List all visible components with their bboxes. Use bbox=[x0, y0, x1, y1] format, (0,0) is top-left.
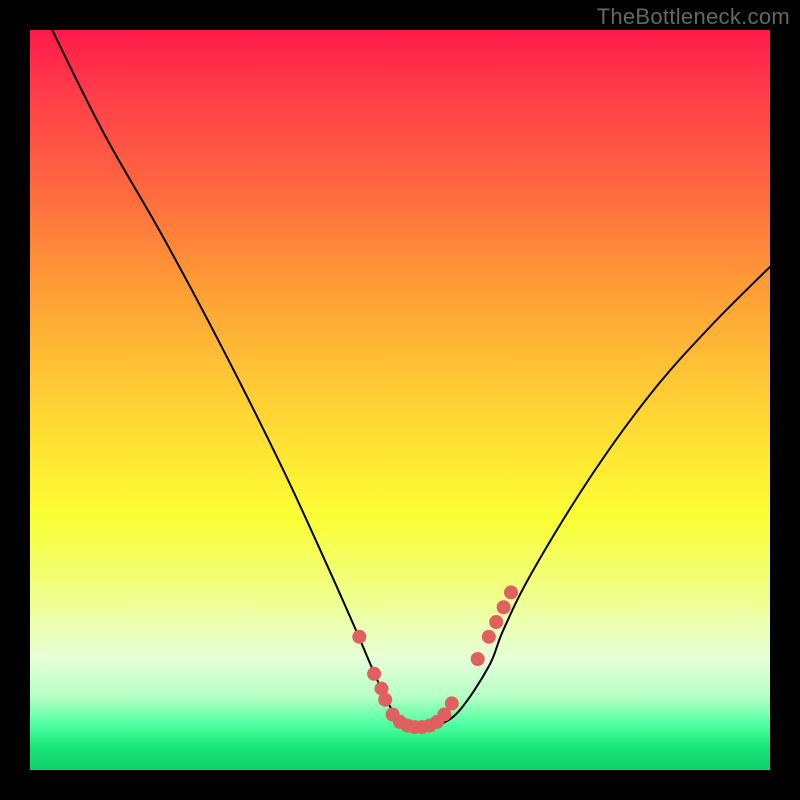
highlight-dot bbox=[504, 585, 518, 599]
chart-svg bbox=[30, 30, 770, 770]
highlight-dot bbox=[367, 667, 381, 681]
highlight-dot bbox=[482, 630, 496, 644]
bottleneck-curve bbox=[52, 30, 770, 729]
highlight-dot bbox=[497, 600, 511, 614]
outer-frame: TheBottleneck.com bbox=[0, 0, 800, 800]
highlight-dot bbox=[378, 693, 392, 707]
plot-area bbox=[30, 30, 770, 770]
highlight-dot bbox=[489, 615, 503, 629]
highlight-dot bbox=[471, 652, 485, 666]
watermark-text: TheBottleneck.com bbox=[597, 4, 790, 30]
highlight-dot bbox=[352, 630, 366, 644]
highlight-dot bbox=[445, 696, 459, 710]
